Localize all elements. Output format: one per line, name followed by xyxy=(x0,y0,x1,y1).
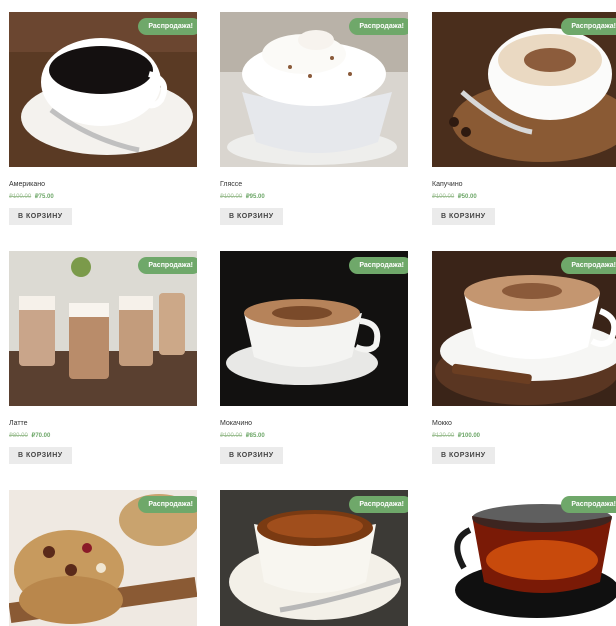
sale-price: ₽85.00 xyxy=(245,433,265,439)
product-image-tea[interactable]: Распродажа! xyxy=(220,490,408,626)
product-image-glace[interactable]: Распродажа! xyxy=(220,12,408,167)
old-price: ₽100.00 xyxy=(220,194,243,200)
add-to-cart-button[interactable]: В КОРЗИНУ xyxy=(432,208,495,225)
old-price: ₽100.00 xyxy=(220,433,243,439)
product-card-glace: Распродажа! Гляссе ₽100.00 ₽95.00 В КОРЗ… xyxy=(220,12,408,225)
old-price: ₽80.00 xyxy=(9,433,28,439)
old-price: ₽100.00 xyxy=(432,194,455,200)
product-image-black-tea[interactable]: Распродажа! xyxy=(432,490,616,626)
sale-badge: Распродажа! xyxy=(349,18,408,35)
product-card-cappuccino: Распродажа! Капучино ₽100.00 ₽50.00 В КО… xyxy=(432,12,616,225)
product-price: ₽80.00 ₽70.00 xyxy=(9,432,197,440)
product-image-cappuccino[interactable]: Распродажа! xyxy=(432,12,616,167)
product-title[interactable]: Мокачино xyxy=(220,420,408,429)
add-to-cart-button[interactable]: В КОРЗИНУ xyxy=(9,208,72,225)
sale-price: ₽95.00 xyxy=(245,194,265,200)
product-image-latte[interactable]: Распродажа! xyxy=(9,251,197,406)
sale-badge: Распродажа! xyxy=(561,257,616,274)
sale-price: ₽75.00 xyxy=(34,194,54,200)
product-price: ₽100.00 ₽75.00 xyxy=(9,193,197,201)
product-image-cookies[interactable]: Распродажа! xyxy=(9,490,197,626)
product-title[interactable]: Мокко xyxy=(432,420,616,429)
sale-price: ₽50.00 xyxy=(457,194,477,200)
product-card-latte: Распродажа! Латте ₽80.00 ₽70.00 В КОРЗИН… xyxy=(9,251,197,464)
product-price: ₽120.00 ₽100.00 xyxy=(432,432,616,440)
product-card-mochaccino: Распродажа! Мокачино ₽100.00 ₽85.00 В КО… xyxy=(220,251,408,464)
product-image-mocha[interactable]: Распродажа! xyxy=(432,251,616,406)
product-card-cookies: Распродажа! xyxy=(9,490,197,626)
product-title[interactable]: Латте xyxy=(9,420,197,429)
add-to-cart-button[interactable]: В КОРЗИНУ xyxy=(220,208,283,225)
product-image-mochaccino[interactable]: Распродажа! xyxy=(220,251,408,406)
sale-badge: Распродажа! xyxy=(561,496,616,513)
product-title[interactable]: Американо xyxy=(9,181,197,190)
sale-badge: Распродажа! xyxy=(561,18,616,35)
product-card-americano: Распродажа! Американо ₽100.00 ₽75.00 В К… xyxy=(9,12,197,225)
product-title[interactable]: Гляссе xyxy=(220,181,408,190)
product-grid: Распродажа! Американо ₽100.00 ₽75.00 В К… xyxy=(0,0,616,626)
add-to-cart-button[interactable]: В КОРЗИНУ xyxy=(432,447,495,464)
sale-badge: Распродажа! xyxy=(138,18,197,35)
product-card-black-tea: Распродажа! xyxy=(432,490,616,626)
sale-price: ₽100.00 xyxy=(457,433,481,439)
sale-badge: Распродажа! xyxy=(138,496,197,513)
product-price: ₽100.00 ₽50.00 xyxy=(432,193,616,201)
old-price: ₽120.00 xyxy=(432,433,455,439)
add-to-cart-button[interactable]: В КОРЗИНУ xyxy=(220,447,283,464)
add-to-cart-button[interactable]: В КОРЗИНУ xyxy=(9,447,72,464)
product-card-mocha: Распродажа! Мокко ₽120.00 ₽100.00 В КОРЗ… xyxy=(432,251,616,464)
product-card-tea: Распродажа! xyxy=(220,490,408,626)
product-price: ₽100.00 ₽95.00 xyxy=(220,193,408,201)
sale-badge: Распродажа! xyxy=(349,496,408,513)
sale-badge: Распродажа! xyxy=(138,257,197,274)
product-image-americano[interactable]: Распродажа! xyxy=(9,12,197,167)
product-title[interactable]: Капучино xyxy=(432,181,616,190)
old-price: ₽100.00 xyxy=(9,194,32,200)
sale-price: ₽70.00 xyxy=(31,433,51,439)
product-price: ₽100.00 ₽85.00 xyxy=(220,432,408,440)
sale-badge: Распродажа! xyxy=(349,257,408,274)
